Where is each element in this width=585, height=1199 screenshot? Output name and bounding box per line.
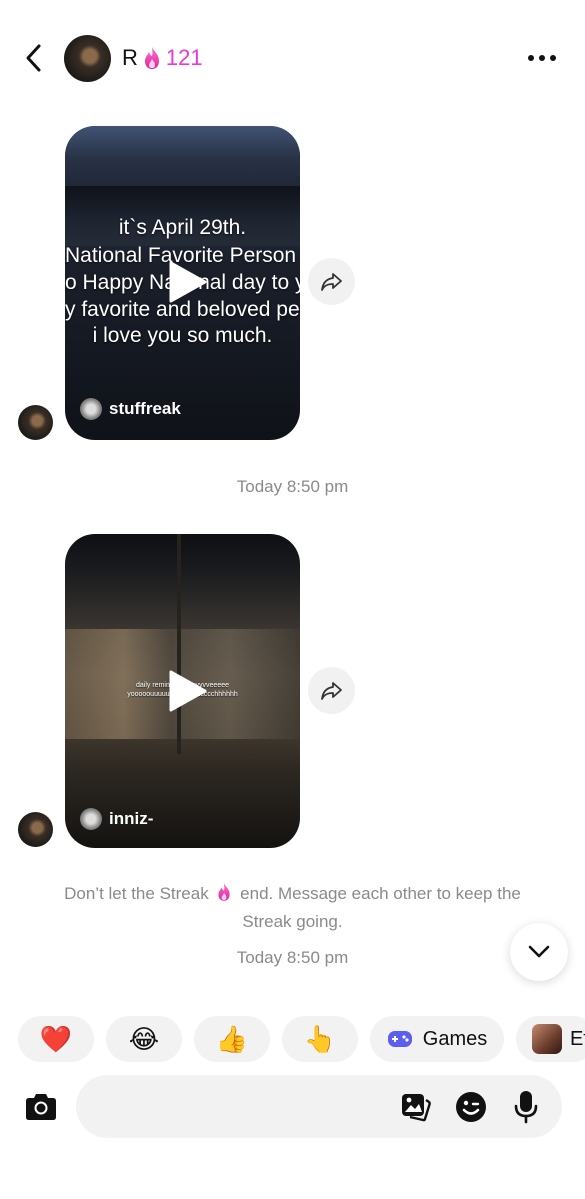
sender-avatar[interactable] (18, 405, 53, 440)
quick-reply-bar: ❤️ 😂 👍 👆 Games Ef (18, 1016, 585, 1062)
author-avatar (80, 398, 102, 420)
effects-label: Ef (570, 1027, 585, 1050)
play-icon[interactable] (167, 260, 207, 304)
quick-reply-point-up[interactable]: 👆 (282, 1016, 358, 1062)
sticker-button[interactable] (453, 1089, 489, 1125)
microphone-icon (514, 1091, 538, 1124)
message-timestamp: Today 8:50 pm (236, 948, 349, 967)
contact-name: R (122, 45, 138, 70)
contact-avatar[interactable] (64, 35, 111, 82)
author-avatar (80, 808, 102, 830)
share-button-2[interactable] (308, 667, 355, 714)
shared-video-1[interactable]: it`s April 29th. National Favorite Perso… (65, 126, 300, 440)
contact-title[interactable]: R 121 (122, 45, 203, 71)
share-button-1[interactable] (308, 258, 355, 305)
effects-button[interactable]: Ef (516, 1016, 585, 1062)
share-arrow-icon (320, 272, 342, 291)
chat-header: R 121 (0, 0, 585, 110)
scroll-to-bottom-button[interactable] (510, 923, 568, 981)
quick-reply-heart[interactable]: ❤️ (18, 1016, 94, 1062)
gallery-button[interactable] (398, 1089, 434, 1125)
author-username: stuffreak (109, 399, 181, 418)
play-icon[interactable] (167, 669, 207, 713)
streak-notice: Don’t let the Streak end. Message each o… (60, 880, 525, 936)
video-1-author[interactable]: stuffreak (80, 398, 181, 420)
more-horizontal-icon (528, 55, 534, 61)
shared-video-2[interactable]: daily reminder: oooyyvveeeee yooooouuuuu… (65, 534, 300, 848)
sticker-icon (456, 1092, 486, 1122)
games-label: Games (422, 1027, 488, 1050)
streak-notice-text-end: end. Message each other to keep the Stre… (240, 884, 521, 931)
gallery-icon (402, 1094, 431, 1122)
game-controller-icon (387, 1031, 412, 1047)
video-1-caption-line-1: it`s April 29th. (118, 216, 247, 239)
back-button[interactable] (18, 40, 48, 76)
effect-thumbnail (532, 1024, 562, 1054)
games-button[interactable]: Games (370, 1016, 504, 1062)
streak-notice-text-start: Don’t let the Streak (64, 884, 209, 903)
camera-icon[interactable] (23, 1092, 59, 1122)
streak-flame-icon (144, 47, 159, 69)
quick-reply-laugh[interactable]: 😂 (106, 1016, 182, 1062)
streak-count: 121 (165, 45, 203, 70)
voice-message-button[interactable] (508, 1089, 544, 1125)
chevron-down-icon (528, 945, 550, 958)
video-2-author[interactable]: inniz- (80, 808, 153, 830)
share-arrow-icon (320, 681, 342, 700)
quick-reply-thumbs-up[interactable]: 👍 (194, 1016, 270, 1062)
video-1-caption-line-5: i love you so much. (92, 324, 273, 347)
message-input[interactable] (76, 1075, 562, 1138)
chevron-left-icon (26, 44, 41, 72)
message-timestamp: Today 8:50 pm (236, 477, 349, 496)
author-username: inniz- (109, 809, 154, 828)
more-options-button[interactable] (528, 50, 562, 66)
streak-flame-icon (218, 883, 231, 901)
sender-avatar[interactable] (18, 812, 53, 847)
